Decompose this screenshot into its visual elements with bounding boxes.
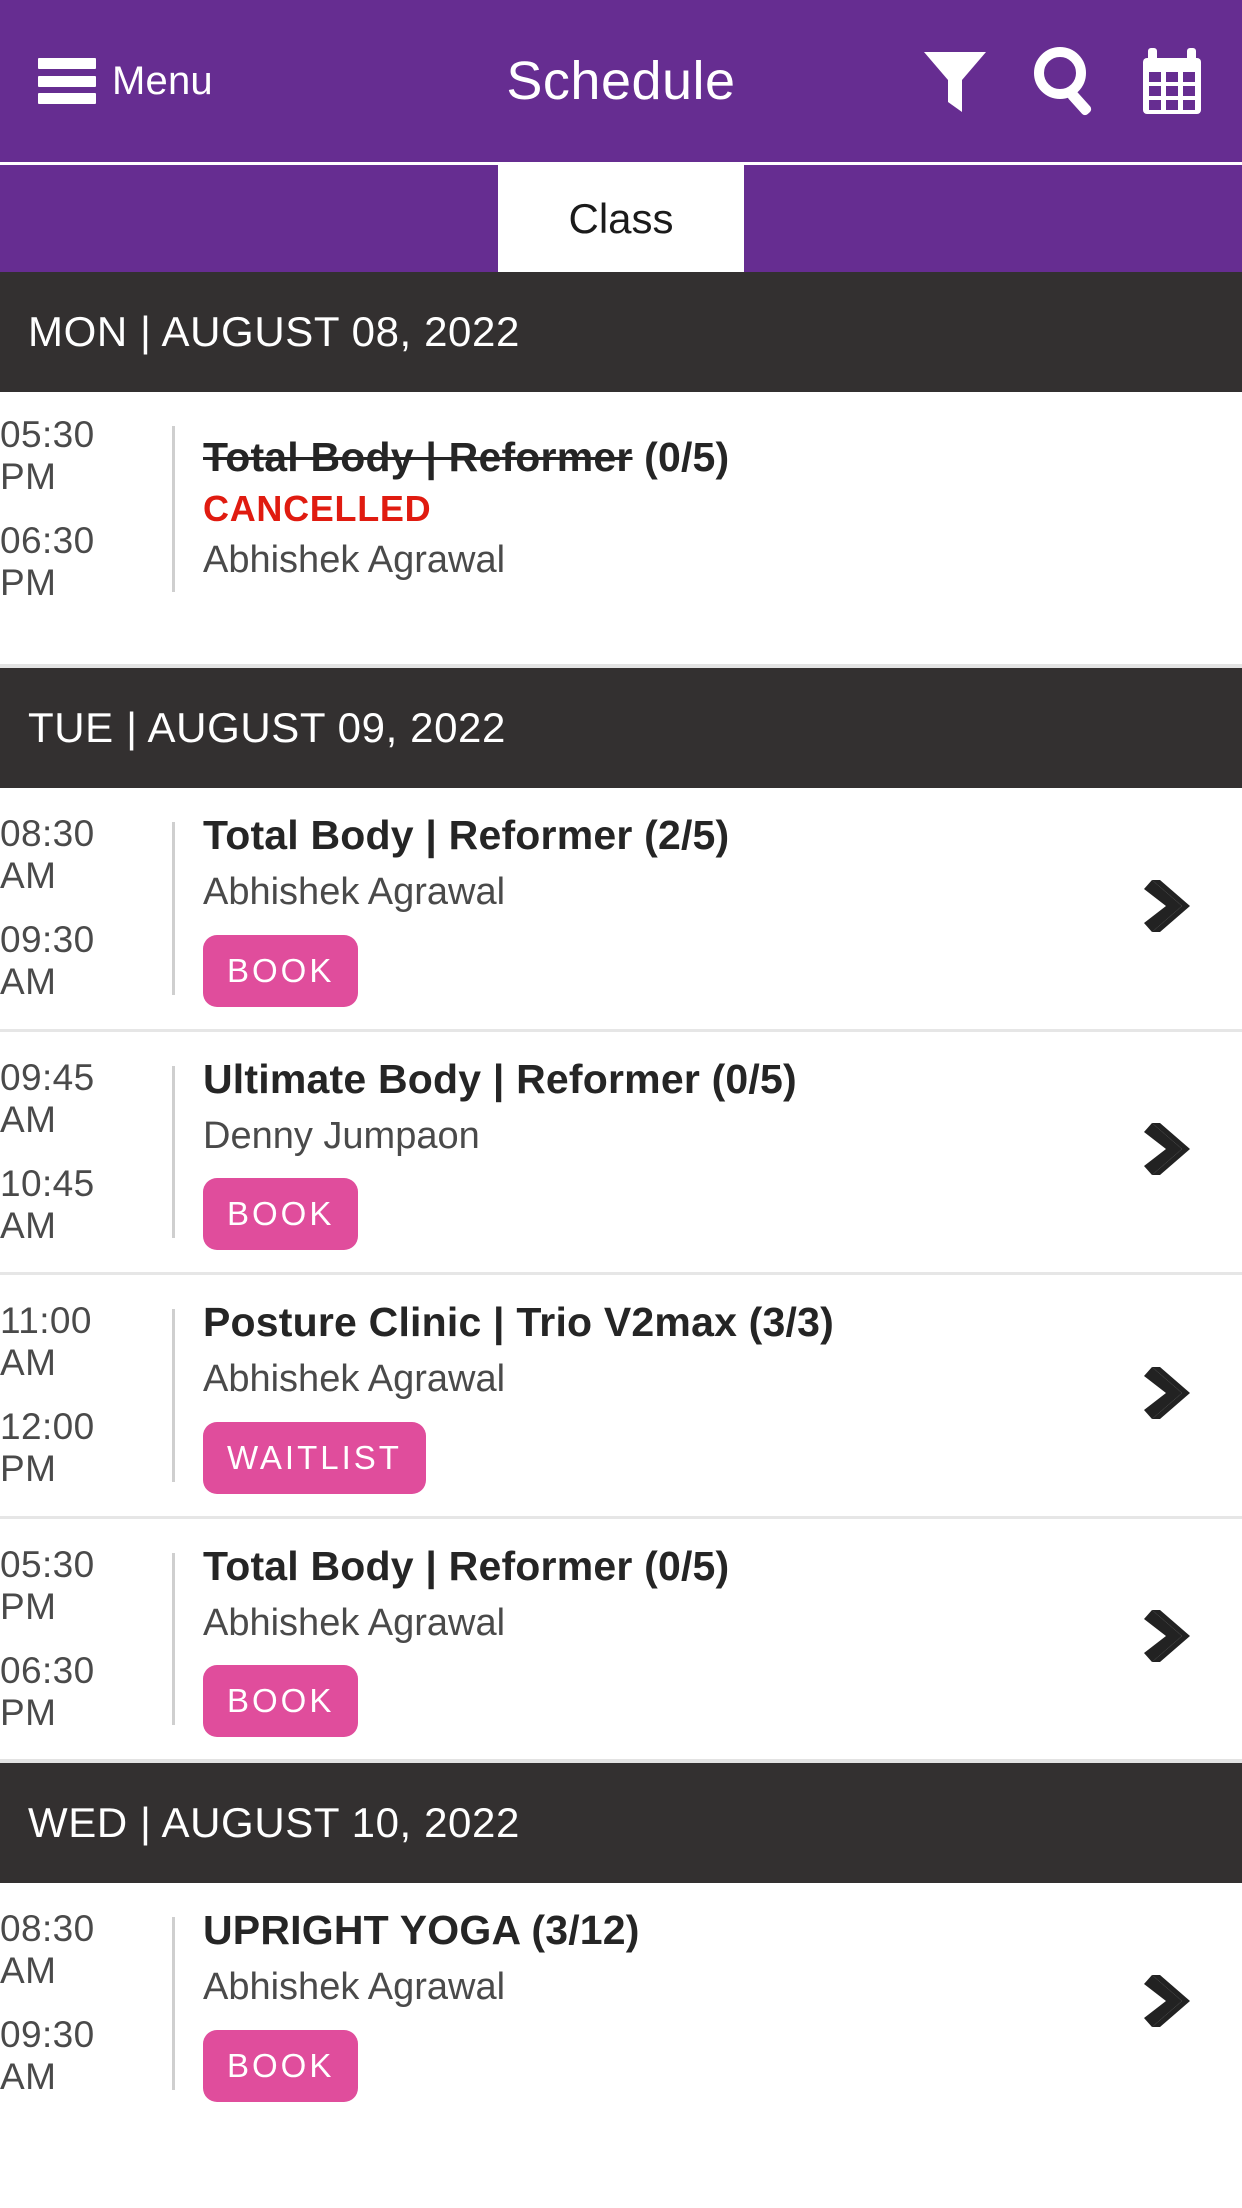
search-button[interactable] [1028, 44, 1102, 118]
schedule-screen: Menu Schedule Class MON | AUGUST 08, 202… [0, 0, 1242, 2208]
class-row[interactable]: 11:00 AM 12:00 PM Posture Clinic | Trio V2… [0, 1272, 1242, 1516]
day-header-label: TUE | AUGUST 09, 2022 [28, 704, 506, 751]
class-instructor: Denny Jumpaon [203, 1114, 480, 1157]
tab-bar: Class [0, 162, 1242, 272]
class-detail-arrow[interactable] [1092, 1905, 1242, 2102]
class-title: Total Body | Reformer (2/5) [203, 812, 730, 858]
class-details: Ultimate Body | Reformer (0/5) Denny Jump… [175, 1054, 1092, 1251]
class-title: Total Body | Reformer (0/5) [203, 432, 1092, 483]
class-start-time: 05:30 PM [0, 414, 95, 497]
class-detail-arrow [1092, 414, 1242, 604]
class-instructor: Abhishek Agrawal [203, 871, 506, 914]
class-instructor: Abhishek Agrawal [203, 1601, 506, 1644]
class-time: 08:30 AM 09:30 AM [0, 1905, 172, 2102]
class-detail-arrow[interactable] [1092, 810, 1242, 1007]
class-start-time: 09:45 AM [0, 1056, 95, 1140]
book-button[interactable]: BOOK [203, 1665, 359, 1738]
tab-class-label: Class [568, 194, 674, 242]
class-end-time: 10:45 AM [0, 1162, 95, 1246]
day-header-label: MON | AUGUST 08, 2022 [28, 308, 520, 355]
class-time: 08:30 AM 09:30 AM [0, 810, 172, 1007]
class-start-time: 05:30 PM [0, 1543, 95, 1627]
class-details: Posture Clinic | Trio V2max (3/3) Abhishe… [175, 1297, 1092, 1494]
class-details: Total Body | Reformer (0/5) Abhishek Agra… [175, 1541, 1092, 1738]
class-capacity: (0/5) [644, 433, 730, 480]
app-bar: Menu Schedule [0, 0, 1242, 162]
calendar-icon [1140, 44, 1210, 118]
class-row[interactable]: 08:30 AM 09:30 AM UPRIGHT YOGA (3/12) Abhis… [0, 1883, 1242, 2124]
class-title: Posture Clinic | Trio V2max (3/3) [203, 1299, 834, 1346]
book-button[interactable]: BOOK [203, 2029, 359, 2102]
class-end-time: 06:30 PM [0, 1649, 95, 1733]
chevron-right-icon [1140, 1605, 1194, 1672]
class-details: Total Body | Reformer (2/5) Abhishek Agra… [175, 810, 1092, 1007]
day-header: MON | AUGUST 08, 2022 [0, 272, 1242, 392]
tab-class[interactable]: Class [498, 165, 744, 272]
class-time: 11:00 AM 12:00 PM [0, 1297, 172, 1494]
class-detail-arrow[interactable] [1092, 1297, 1242, 1494]
status-badge: CANCELLED [203, 487, 432, 529]
book-button[interactable]: BOOK [203, 934, 359, 1007]
filter-icon [922, 46, 988, 116]
class-end-time: 06:30 PM [0, 520, 95, 603]
class-start-time: 11:00 AM [0, 1300, 92, 1384]
class-details: UPRIGHT YOGA (3/12) Abhishek Agrawal BOOK [175, 1905, 1092, 2102]
chevron-right-icon [1140, 1970, 1194, 2037]
class-title: Total Body | Reformer (0/5) [203, 1542, 730, 1589]
chevron-right-icon [1140, 875, 1194, 942]
hamburger-icon [38, 58, 96, 104]
menu-button-label: Menu [112, 58, 213, 103]
class-start-time: 08:30 AM [0, 1908, 95, 1992]
class-row[interactable]: 08:30 AM 09:30 AM Total Body | Reformer (2… [0, 788, 1242, 1029]
class-title: Ultimate Body | Reformer (0/5) [203, 1055, 797, 1102]
menu-button[interactable]: Menu [38, 58, 213, 104]
class-start-time: 08:30 AM [0, 813, 95, 897]
class-detail-arrow[interactable] [1092, 1541, 1242, 1738]
chevron-right-icon [1140, 1362, 1194, 1429]
chevron-right-icon [1140, 1118, 1194, 1185]
waitlist-button[interactable]: WAITLIST [203, 1421, 426, 1494]
class-row[interactable]: 05:30 PM 06:30 PM Total Body | Reformer (0… [0, 392, 1242, 664]
class-title-struck: Total Body | Reformer [203, 433, 633, 480]
class-detail-arrow[interactable] [1092, 1054, 1242, 1251]
class-title: UPRIGHT YOGA (3/12) [203, 1907, 640, 1954]
calendar-button[interactable] [1138, 44, 1212, 118]
class-details: Total Body | Reformer (0/5) CANCELLED Abhi… [175, 414, 1092, 604]
class-row[interactable]: 09:45 AM 10:45 AM Ultimate Body | Reformer… [0, 1028, 1242, 1273]
class-instructor: Abhishek Agrawal [203, 539, 506, 582]
day-header-label: WED | AUGUST 10, 2022 [28, 1799, 520, 1847]
book-button[interactable]: BOOK [203, 1178, 359, 1251]
class-time: 05:30 PM 06:30 PM [0, 1541, 172, 1738]
class-instructor: Abhishek Agrawal [203, 1358, 506, 1401]
day-header: WED | AUGUST 10, 2022 [0, 1759, 1242, 1884]
search-icon [1030, 45, 1100, 117]
day-header: TUE | AUGUST 09, 2022 [0, 664, 1242, 788]
tab-spacer-left [0, 165, 498, 272]
class-end-time: 09:30 AM [0, 2014, 95, 2098]
class-instructor: Abhishek Agrawal [203, 1966, 506, 2009]
class-time: 05:30 PM 06:30 PM [0, 414, 172, 604]
tab-spacer-right [744, 165, 1242, 272]
schedule-list: MON | AUGUST 08, 2022 05:30 PM 06:30 PM Tot… [0, 272, 1242, 2124]
class-time: 09:45 AM 10:45 AM [0, 1054, 172, 1251]
class-end-time: 09:30 AM [0, 919, 95, 1003]
app-bar-actions [918, 44, 1212, 118]
filter-button[interactable] [918, 44, 992, 118]
class-end-time: 12:00 PM [0, 1406, 95, 1490]
class-row[interactable]: 05:30 PM 06:30 PM Total Body | Reformer (0… [0, 1515, 1242, 1760]
